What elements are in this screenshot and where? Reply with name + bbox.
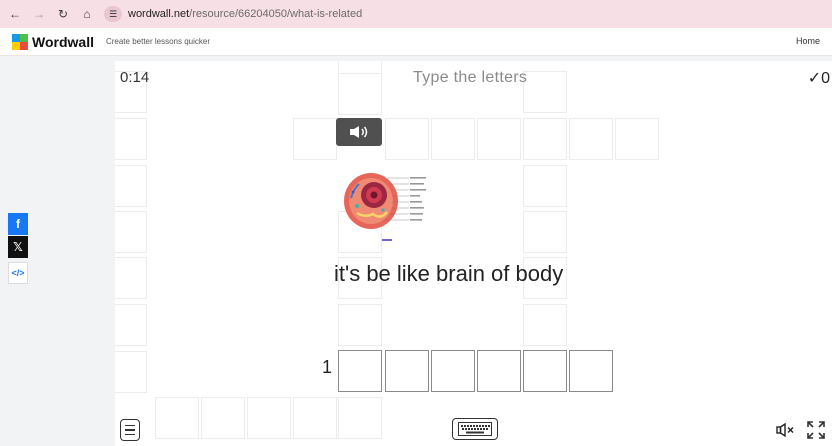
site-header: Wordwall Create better lessons quicker H…	[0, 28, 832, 56]
grid-cell	[247, 397, 291, 439]
grid-cell	[115, 118, 147, 160]
browser-toolbar: ← → ↻ ⌂ ☰ wordwall.net/resource/66204050…	[0, 0, 832, 28]
grid-cell	[115, 165, 147, 207]
url-path: /resource/66204050/what-is-related	[189, 8, 363, 20]
tagline: Create better lessons quicker	[105, 37, 211, 46]
grid-cell	[477, 118, 521, 160]
grid-cell	[523, 165, 567, 207]
grid-cell	[115, 211, 147, 253]
answer-letter-cell[interactable]	[431, 350, 475, 392]
grid-cell	[293, 397, 337, 439]
logo-text: Wordwall	[32, 33, 94, 50]
mute-icon	[776, 422, 794, 438]
logo-mark-icon	[12, 33, 28, 50]
grid-cell	[523, 118, 567, 160]
grid-cell	[293, 118, 337, 160]
game-title: Type the letters	[413, 69, 528, 86]
cell-diagram-image	[344, 173, 426, 241]
keyboard-button[interactable]	[452, 418, 498, 440]
grid-cell	[523, 71, 567, 113]
url-host: wordwall.net	[128, 8, 190, 20]
grid-cell	[155, 397, 199, 439]
wordwall-logo[interactable]: Wordwall	[12, 33, 94, 50]
mute-button[interactable]	[775, 420, 797, 440]
answer-letter-cell[interactable]	[569, 350, 613, 392]
grid-cell	[115, 351, 147, 393]
home-link[interactable]: Home	[796, 36, 820, 46]
grid-cell	[523, 211, 567, 253]
grid-cell	[615, 118, 659, 160]
home-icon[interactable]: ⌂	[78, 5, 96, 23]
answer-letter-cell[interactable]	[338, 350, 382, 392]
answer-letter-cell[interactable]	[385, 350, 429, 392]
grid-cell	[523, 304, 567, 346]
grid-cell	[338, 397, 382, 439]
reload-icon[interactable]: ↻	[54, 5, 72, 23]
clue-text: it's be like brain of body	[334, 261, 564, 286]
clue-number: 1	[322, 357, 333, 377]
back-icon[interactable]: ←	[6, 5, 24, 23]
answer-letter-cell[interactable]	[477, 350, 521, 392]
fullscreen-icon[interactable]	[805, 419, 827, 441]
x-share-icon[interactable]: 𝕏	[8, 236, 28, 258]
speaker-button[interactable]	[336, 118, 382, 146]
grid-cell	[385, 118, 429, 160]
answer-letter-cell[interactable]	[523, 350, 567, 392]
grid-cell	[115, 257, 147, 299]
facebook-share-icon[interactable]: f	[8, 213, 28, 235]
forward-icon[interactable]: →	[30, 5, 48, 23]
speaker-icon	[350, 126, 368, 138]
embed-icon[interactable]: </>	[8, 262, 28, 284]
timer: 0:14	[120, 69, 150, 86]
grid-cell	[569, 118, 613, 160]
grid-cell	[431, 118, 475, 160]
grid-cell	[115, 304, 147, 346]
game-stage: 0:14 Type the letters ✓0 it's be like br…	[115, 61, 832, 446]
score: ✓0	[807, 70, 830, 87]
grid-cell	[338, 73, 382, 115]
site-info-icon[interactable]: ☰	[104, 6, 122, 22]
grid-cell	[338, 304, 382, 346]
address-bar[interactable]: ☰ wordwall.net/resource/66204050/what-is…	[104, 4, 804, 24]
menu-icon[interactable]	[120, 419, 140, 441]
grid-cell	[201, 397, 245, 439]
keyboard-icon	[458, 422, 492, 436]
